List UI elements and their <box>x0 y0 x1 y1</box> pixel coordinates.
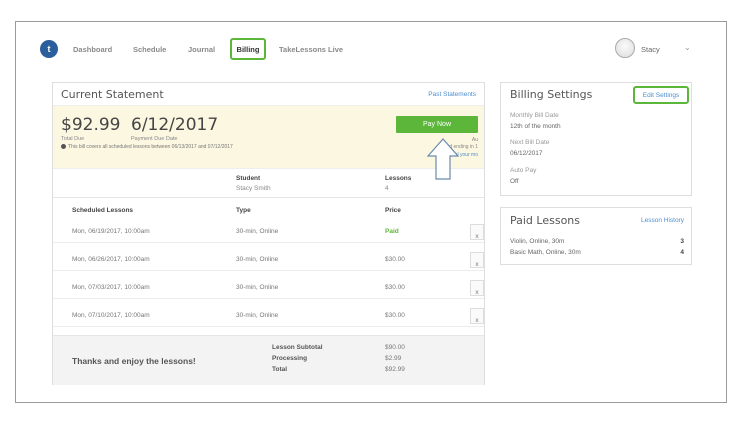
auto-pay-label: Auto Pay <box>510 167 537 174</box>
processing-value: $2.99 <box>385 355 402 362</box>
remove-lesson-button[interactable]: x <box>470 252 484 268</box>
remove-lesson-button[interactable]: x <box>470 224 484 240</box>
lesson-history-link[interactable]: Lesson History <box>641 217 684 224</box>
subtotal-value: $90.00 <box>385 344 405 351</box>
lesson-type: 30-min, Online <box>236 256 279 263</box>
lesson-type: 30-min, Online <box>236 228 279 235</box>
paid-lesson-count: 3 <box>680 238 684 245</box>
info-icon <box>61 144 66 149</box>
nav-schedule[interactable]: Schedule <box>133 45 166 54</box>
current-statement-card: Current Statement Past Statements $92.99… <box>52 82 485 385</box>
type-header: Type <box>236 207 251 214</box>
nav-billing[interactable]: Billing <box>230 38 266 60</box>
close-icon: x <box>475 233 479 240</box>
paid-lessons-title: Paid Lessons <box>510 214 581 227</box>
takelessons-logo[interactable]: t <box>40 40 58 58</box>
statement-footer: Thanks and enjoy the lessons! Lesson Sub… <box>53 335 484 385</box>
student-value: Stacy Smith <box>236 185 271 192</box>
price-header: Price <box>385 207 401 214</box>
past-statements-link[interactable]: Past Statements <box>428 91 476 98</box>
close-icon: x <box>475 289 479 296</box>
paid-lessons-card: Paid Lessons Lesson History Violin, Onli… <box>500 207 692 265</box>
monthly-bill-date-label: Monthly Bill Date <box>510 112 559 119</box>
lesson-type: 30-min, Online <box>236 284 279 291</box>
total-label: Total <box>272 366 288 373</box>
edit-settings-button[interactable]: Edit Settings <box>633 86 689 104</box>
remove-lesson-button[interactable]: x <box>470 280 484 296</box>
table-row: Mon, 06/19/2017, 10:00am 30-min, Online … <box>53 220 484 243</box>
student-header: Student <box>236 175 261 182</box>
payment-due-date-label: Payment Due Date <box>131 136 178 142</box>
total-due-amount: $92.99 <box>61 115 121 135</box>
pay-now-button[interactable]: Pay Now <box>396 116 478 133</box>
thanks-message: Thanks and enjoy the lessons! <box>72 356 196 366</box>
paid-lesson-name: Violin, Online, 30m <box>510 238 565 245</box>
statement-title: Current Statement <box>61 88 164 101</box>
lesson-date: Mon, 07/10/2017, 10:00am <box>72 312 150 319</box>
table-row: Mon, 07/10/2017, 10:00am 30-min, Online … <box>53 304 484 327</box>
up-arrow-pointer-icon <box>427 138 459 180</box>
lesson-date: Mon, 06/19/2017, 10:00am <box>72 228 150 235</box>
payment-due-date: 6/12/2017 <box>131 115 219 135</box>
lesson-date: Mon, 07/03/2017, 10:00am <box>72 284 150 291</box>
lesson-price: Paid <box>385 228 399 235</box>
lesson-date: Mon, 06/26/2017, 10:00am <box>72 256 150 263</box>
total-due-label: Total Due <box>61 136 85 142</box>
paid-lesson-name: Basic Math, Online, 30m <box>510 249 581 256</box>
remove-lesson-button[interactable]: x <box>470 308 484 324</box>
lesson-type: 30-min, Online <box>236 312 279 319</box>
scheduled-lessons-header: Scheduled Lessons <box>72 207 134 214</box>
nav-takelessons-live[interactable]: TakeLessons Live <box>279 45 343 54</box>
list-item: Basic Math, Online, 30m 4 <box>510 249 684 256</box>
table-row: Mon, 07/03/2017, 10:00am 30-min, Online … <box>53 276 484 299</box>
lessons-value: 4 <box>385 185 389 192</box>
lesson-price: $30.00 <box>385 284 405 291</box>
nav-dashboard[interactable]: Dashboard <box>73 45 112 54</box>
subtotal-label: Lesson Subtotal <box>272 344 323 351</box>
monthly-bill-date-value: 12th of the month <box>510 123 561 130</box>
user-name[interactable]: Stacy <box>641 45 660 54</box>
statement-summary: $92.99 Total Due 6/12/2017 Payment Due D… <box>53 105 484 169</box>
auto-pay-value: Off <box>510 178 519 185</box>
billing-period-note: This bill covers all scheduled lessons b… <box>61 144 261 151</box>
lessons-header: Lessons <box>385 175 412 182</box>
list-item: Violin, Online, 30m 3 <box>510 238 684 245</box>
total-value: $92.99 <box>385 366 405 373</box>
billing-settings-title: Billing Settings <box>510 88 593 101</box>
chevron-down-icon[interactable]: ⌄ <box>684 43 691 52</box>
autopay-note: Au <box>471 137 478 143</box>
lesson-price: $30.00 <box>385 256 405 263</box>
lesson-price: $30.00 <box>385 312 405 319</box>
close-icon: x <box>475 317 479 324</box>
nav-journal[interactable]: Journal <box>188 45 215 54</box>
close-icon: x <box>475 261 479 268</box>
table-row: Mon, 06/26/2017, 10:00am 30-min, Online … <box>53 248 484 271</box>
next-bill-date-value: 06/12/2017 <box>510 150 543 157</box>
billing-settings-card: Billing Settings Edit Settings Monthly B… <box>500 82 692 196</box>
paid-lesson-count: 4 <box>680 249 684 256</box>
divider <box>53 197 484 198</box>
avatar[interactable] <box>615 38 635 58</box>
processing-label: Processing <box>272 355 308 362</box>
next-bill-date-label: Next Bill Date <box>510 139 550 146</box>
